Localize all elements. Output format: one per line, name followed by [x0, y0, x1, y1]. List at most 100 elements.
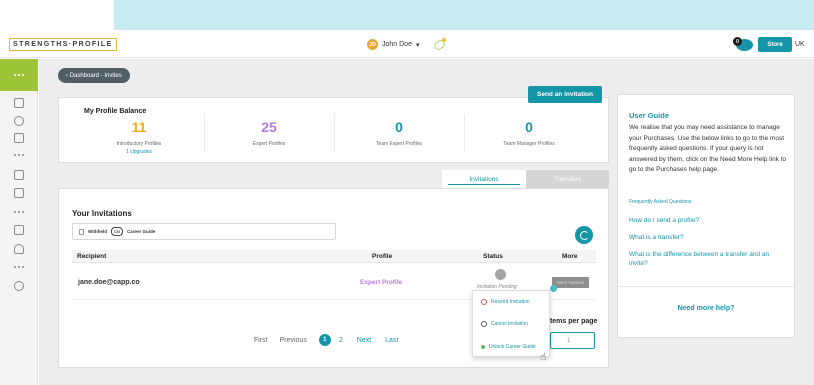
reports-icon: [14, 170, 24, 180]
filter-org: Withheld: [88, 229, 107, 234]
organisation-filter[interactable]: Withheld CG Career Guide: [72, 223, 336, 240]
page-previous[interactable]: Previous: [280, 337, 307, 344]
header: STRENGTHS·PROFILE JD John Doe ▾ 0 Store …: [0, 30, 814, 58]
profile-icon: [14, 116, 24, 126]
page-2[interactable]: 2: [339, 337, 343, 344]
user-guide-panel: User Guide We realise that you may need …: [617, 94, 795, 338]
user-icon: [14, 244, 24, 254]
avatar: JD: [367, 39, 378, 50]
sidebar-item-profiles[interactable]: [0, 114, 38, 128]
pending-status-icon: [495, 269, 506, 280]
dots-icon: [14, 74, 24, 76]
menu-item-label: Resend Invitation: [491, 299, 530, 305]
sidebar-item-team[interactable]: [0, 131, 38, 145]
page-next[interactable]: Next: [357, 337, 371, 344]
faq-label: Frequently Asked Questions: [629, 199, 692, 205]
sidebar-item-logout[interactable]: [0, 279, 38, 293]
sidebar-item-dashboard[interactable]: [0, 96, 38, 110]
menu-item-label: Unlock Career Guide: [489, 344, 536, 350]
balance-expert: 25 Expert Profiles: [204, 119, 334, 147]
top-banner-strip: [114, 0, 814, 30]
balance-team-manager: 0 Team Manager Profiles: [464, 119, 594, 147]
page: STRENGTHS·PROFILE JD John Doe ▾ 0 Store …: [0, 0, 814, 385]
tab-invitations[interactable]: Invitations: [442, 170, 526, 188]
more-options-menu: Resend Invitation Cancel Invitation Unlo…: [472, 290, 550, 357]
send-invitation-button[interactable]: Send an invitation: [528, 86, 602, 103]
upgrades-link[interactable]: 1 Upgrades: [74, 149, 204, 155]
resend-icon: [481, 299, 487, 305]
items-per-page-input[interactable]: 1: [550, 332, 595, 349]
store-button[interactable]: Store: [758, 37, 792, 52]
table-header: Recipient Profile Status More: [72, 250, 596, 263]
balance-label: Team Expert Profiles: [375, 141, 423, 147]
dots-icon: [14, 266, 24, 268]
cancel-icon: [481, 321, 487, 327]
column-profile: Profile: [372, 253, 393, 260]
career-guide-badge: CG: [110, 227, 123, 236]
refresh-icon[interactable]: [575, 226, 593, 244]
hand-cursor-icon: ☝: [540, 352, 547, 363]
user-name: John Doe: [382, 41, 412, 48]
tab-transfers[interactable]: Transfers: [526, 170, 609, 188]
balance-value: 0: [395, 119, 403, 135]
logo[interactable]: STRENGTHS·PROFILE: [9, 38, 117, 51]
faq-link-difference[interactable]: What is the difference between a transfe…: [629, 250, 789, 268]
filter-label: Career Guide: [126, 229, 156, 234]
sidebar-separator: [0, 260, 38, 274]
sidebar-item-reports[interactable]: [0, 168, 38, 182]
dots-icon: [14, 211, 24, 213]
team-icon: [14, 133, 24, 143]
items-per-page-label: Items per page: [548, 318, 598, 325]
sidebar: [0, 59, 38, 385]
dashboard-icon: [14, 98, 24, 108]
faq-link-send-profile[interactable]: How do I send a profile?: [629, 216, 789, 225]
document-icon: [14, 188, 24, 198]
column-status: Status: [483, 253, 503, 260]
more-options-button[interactable]: More Options: [552, 277, 589, 288]
dots-icon: [14, 154, 24, 156]
faq-link-transfer[interactable]: What is a transfer?: [629, 233, 789, 242]
divider: [618, 286, 794, 287]
user-menu[interactable]: JD John Doe ▾: [367, 38, 447, 51]
sidebar-menu-toggle[interactable]: [0, 59, 38, 91]
profile-balance-card: My Profile Balance 11 Introductory Profi…: [58, 97, 609, 163]
page-last[interactable]: Last: [385, 337, 398, 344]
guide-title: User Guide: [629, 111, 670, 120]
sidebar-separator: [0, 205, 38, 219]
sidebar-item-documents[interactable]: [0, 186, 38, 200]
link-icon[interactable]: [433, 38, 447, 51]
lock-icon: [79, 228, 84, 235]
chevron-down-icon: ▾: [415, 41, 420, 49]
breadcrumb[interactable]: ‹ Dashboard - Invites: [58, 68, 130, 83]
sidebar-item-account[interactable]: [0, 242, 38, 256]
pagination: First Previous 1 2 Next Last: [254, 334, 398, 346]
profile-type: Expert Profile: [360, 279, 403, 286]
cart-icon[interactable]: 0: [733, 37, 755, 51]
page-current[interactable]: 1: [318, 334, 331, 346]
language-selector[interactable]: UK: [795, 41, 805, 48]
invitations-title: Your Invitations: [72, 209, 132, 218]
balance-label: Introductory Profiles: [116, 141, 162, 147]
menu-item-resend[interactable]: Resend Invitation: [481, 299, 530, 305]
page-first[interactable]: First: [254, 337, 268, 344]
need-more-help-link[interactable]: Need more help?: [618, 305, 794, 312]
menu-item-unlock[interactable]: Unlock Career Guide: [481, 344, 536, 350]
sidebar-item-store[interactable]: [0, 223, 38, 237]
balance-team-expert: 0 Team Expert Profiles: [334, 119, 464, 147]
balance-introductory: 11 Introductory Profiles 1 Upgrades: [74, 119, 204, 155]
menu-item-label: Cancel Invitation: [491, 321, 528, 327]
balance-title: My Profile Balance: [84, 108, 147, 115]
unlock-icon: [481, 345, 485, 349]
guide-text: We realise that you may need assistance …: [629, 124, 787, 173]
balance-value: 0: [525, 119, 533, 135]
column-more: More: [562, 253, 578, 260]
balance-value: 11: [131, 119, 147, 135]
menu-item-cancel[interactable]: Cancel Invitation: [481, 321, 528, 327]
sidebar-separator: [0, 148, 38, 162]
balance-label: Team Manager Profiles: [503, 141, 555, 147]
pointer-indicator: [550, 285, 557, 292]
balance-label: Expert Profiles: [252, 141, 286, 147]
cart-count-badge: 0: [733, 37, 742, 46]
balance-value: 25: [261, 119, 277, 135]
power-icon: [14, 281, 24, 291]
